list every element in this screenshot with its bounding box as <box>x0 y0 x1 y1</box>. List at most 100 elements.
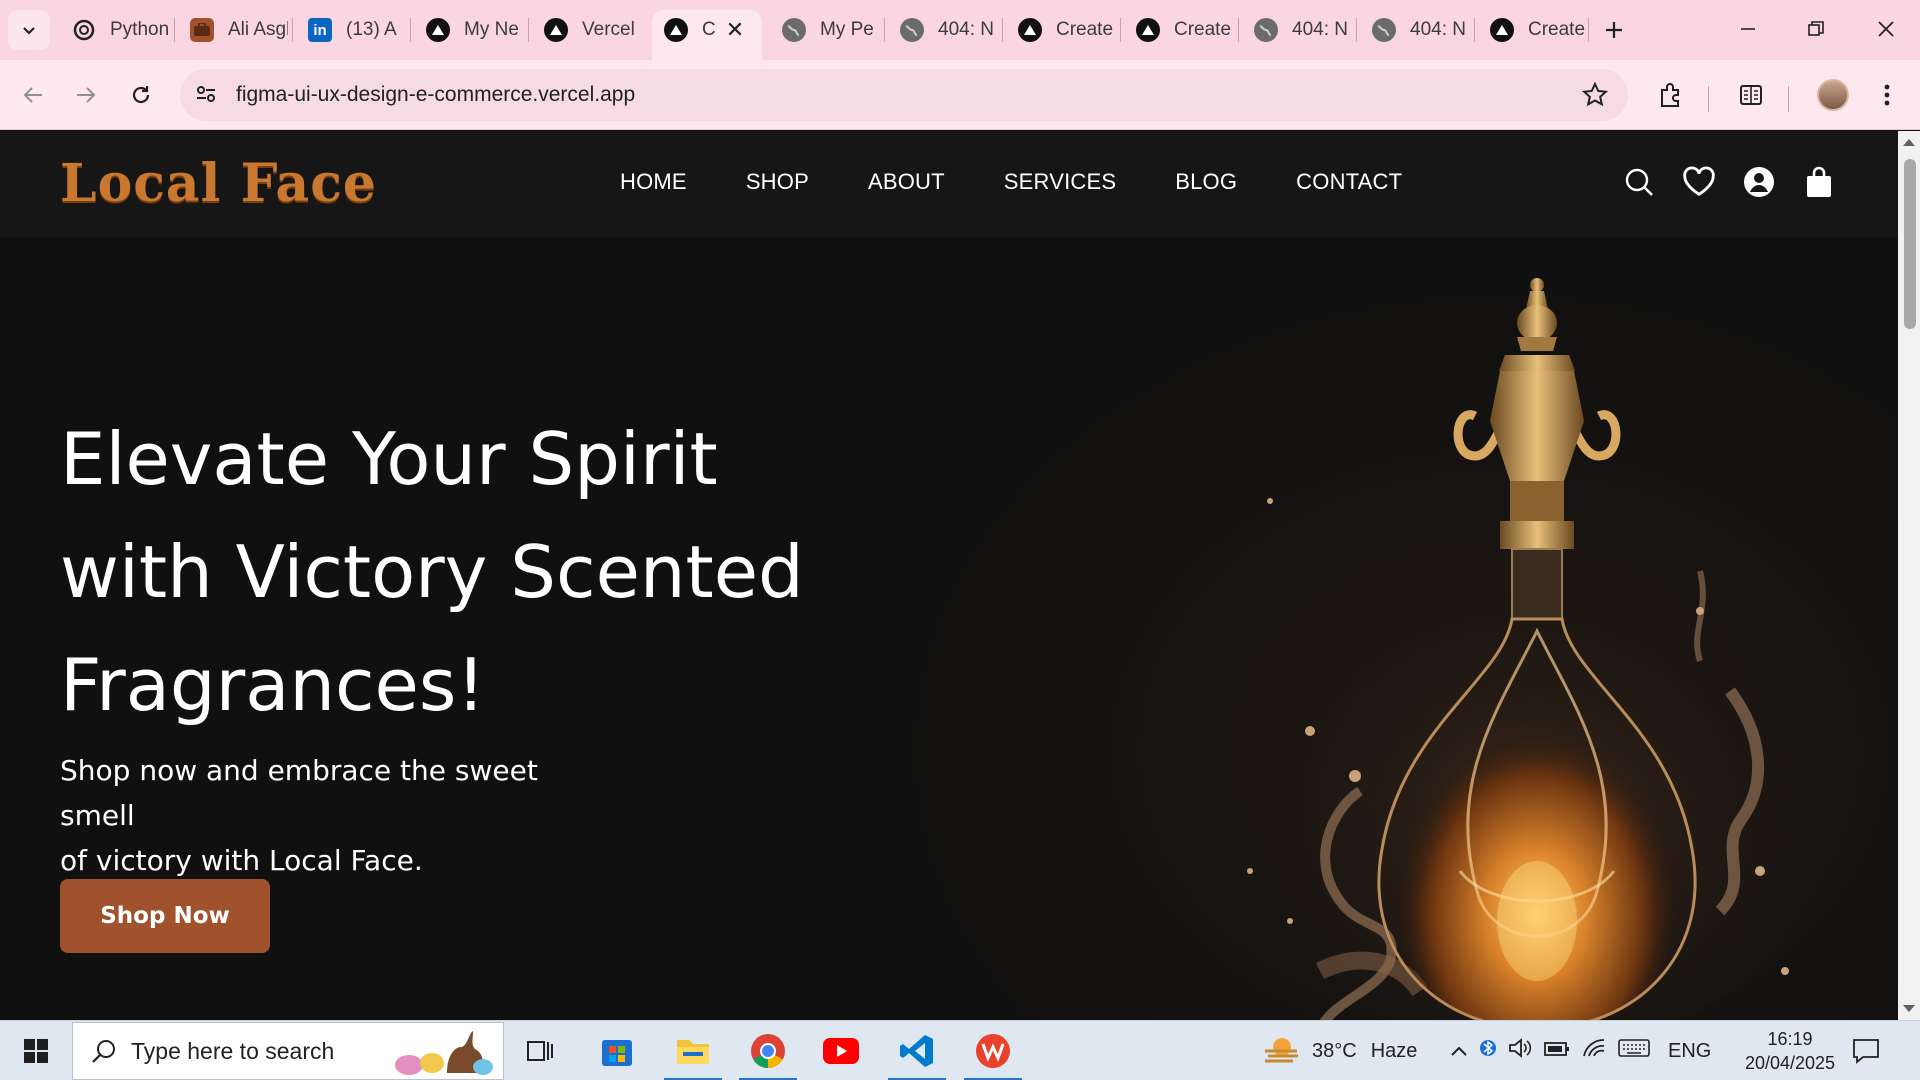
show-hidden-icons-chevron-icon[interactable] <box>1450 1040 1468 1063</box>
arrow-right-icon <box>77 87 96 103</box>
nav-link-about[interactable]: ABOUT <box>868 169 945 195</box>
address-bar[interactable]: figma-ui-ux-design-e-commerce.vercel.app <box>180 69 1628 121</box>
reload-button[interactable] <box>120 74 162 116</box>
restore-button[interactable] <box>1786 6 1846 52</box>
nav-link-blog[interactable]: BLOG <box>1175 169 1237 195</box>
input-language[interactable]: ENG <box>1668 1040 1711 1063</box>
nav-link-services[interactable]: SERVICES <box>1004 169 1116 195</box>
tab-title: 404: N <box>938 19 994 40</box>
globe-icon <box>1254 18 1278 42</box>
start-button[interactable] <box>14 1033 58 1069</box>
minimize-button[interactable] <box>1718 6 1778 52</box>
file-explorer-app[interactable] <box>658 1021 728 1080</box>
vercel-icon <box>1136 18 1160 42</box>
tab-title: 404: N <box>1292 19 1348 40</box>
shopping-bag-icon[interactable] <box>1802 165 1836 199</box>
bluetooth-icon[interactable] <box>1480 1036 1496 1066</box>
scroll-up-arrow[interactable] <box>1903 139 1915 146</box>
wps-office-app[interactable] <box>958 1021 1028 1080</box>
globe-icon <box>782 18 806 42</box>
url-text: figma-ui-ux-design-e-commerce.vercel.app <box>236 83 636 106</box>
browser-tab[interactable]: My Pe <box>770 10 885 50</box>
close-tab-icon[interactable]: ✕ <box>726 17 744 43</box>
youtube-icon <box>823 1038 859 1064</box>
site-logo[interactable]: Local Face <box>60 153 377 214</box>
system-tray: ENG <box>1450 1021 1711 1080</box>
tab-title: Create <box>1056 19 1114 40</box>
arrow-left-icon <box>23 87 42 103</box>
tab-separator <box>1588 18 1589 42</box>
forward-button[interactable] <box>65 74 107 116</box>
web-page: Local Face HOME SHOP ABOUT SERVICES BLOG… <box>0 131 1898 1020</box>
vscode-app[interactable] <box>882 1021 952 1080</box>
task-view-button[interactable] <box>505 1021 575 1080</box>
tab-search-button[interactable] <box>8 10 50 50</box>
tab-separator <box>292 18 293 42</box>
browser-tab-strip: Python Ali Asghar in (13) A My Ne Vercel… <box>0 0 1920 60</box>
nav-link-home[interactable]: HOME <box>620 169 687 195</box>
scroll-down-arrow[interactable] <box>1903 1005 1915 1012</box>
browser-tab[interactable]: Create <box>1006 10 1121 50</box>
globe-icon <box>1372 18 1396 42</box>
haze-weather-icon <box>1265 1038 1298 1063</box>
chrome-app[interactable] <box>733 1021 803 1080</box>
heart-icon[interactable] <box>1682 165 1716 199</box>
tab-title: My Ne <box>464 19 519 40</box>
globe-icon <box>900 18 924 42</box>
hero-title-line: Fragrances! <box>60 643 486 727</box>
toolbar-divider <box>1708 86 1709 112</box>
battery-icon[interactable] <box>1544 1040 1570 1063</box>
tab-title: Ali Asghar <box>228 19 288 40</box>
easter-eggs-icon <box>387 1029 497 1080</box>
plus-icon <box>1606 22 1622 38</box>
hero-title: Elevate Your Spirit with Victory Scented… <box>60 403 860 742</box>
vercel-icon <box>664 18 688 42</box>
close-window-button[interactable] <box>1856 6 1916 52</box>
profile-button[interactable] <box>1812 74 1854 116</box>
youtube-app[interactable] <box>806 1021 876 1080</box>
wifi-icon[interactable] <box>1582 1038 1606 1064</box>
bookmark-star-icon[interactable] <box>1581 81 1609 113</box>
tab-separator <box>1356 18 1357 42</box>
browser-tab[interactable]: Python <box>60 10 180 50</box>
minimize-icon <box>1741 28 1755 30</box>
site-settings-icon[interactable] <box>194 82 218 111</box>
microsoft-store-app[interactable] <box>582 1021 652 1080</box>
weather-widget[interactable]: 38°C Haze <box>1262 1021 1417 1080</box>
browser-tab-active[interactable]: C ✕ <box>652 10 762 60</box>
browser-tab[interactable]: 404: N <box>888 10 1003 50</box>
nav-link-contact[interactable]: CONTACT <box>1296 169 1402 195</box>
notification-center-button[interactable] <box>1852 1021 1880 1080</box>
search-icon[interactable] <box>1622 165 1656 199</box>
taskbar-search-box[interactable]: Type here to search <box>72 1022 504 1080</box>
tab-title: Vercel <box>582 19 635 40</box>
chevron-down-icon <box>23 27 35 35</box>
back-button[interactable] <box>12 74 54 116</box>
more-vertical-icon <box>1884 84 1890 106</box>
shop-now-button[interactable]: Shop Now <box>60 879 270 953</box>
page-scrollbar[interactable] <box>1898 131 1920 1020</box>
browser-tab[interactable]: in (13) A <box>296 10 411 50</box>
volume-icon[interactable] <box>1508 1037 1532 1065</box>
browser-tab[interactable]: Ali Asghar <box>178 10 293 50</box>
browser-menu-button[interactable] <box>1866 74 1908 116</box>
notification-icon <box>1853 1039 1879 1064</box>
browser-tab[interactable]: My Ne <box>414 10 529 50</box>
keyboard-icon[interactable] <box>1618 1038 1650 1064</box>
browser-tab[interactable]: 404: N <box>1242 10 1357 50</box>
new-tab-button[interactable] <box>1596 12 1632 48</box>
close-icon <box>1878 21 1894 37</box>
nav-link-shop[interactable]: SHOP <box>746 169 809 195</box>
user-account-icon[interactable] <box>1742 165 1776 199</box>
browser-tab[interactable]: Vercel <box>532 10 647 50</box>
browser-tab[interactable]: 404: N <box>1360 10 1475 50</box>
reading-list-button[interactable] <box>1730 74 1772 116</box>
reading-list-icon <box>1740 85 1762 105</box>
browser-tab[interactable]: Create <box>1478 10 1593 50</box>
toolbar-divider <box>1788 86 1789 112</box>
browser-tab[interactable]: Create <box>1124 10 1239 50</box>
folder-icon <box>677 1040 709 1064</box>
taskbar-clock[interactable]: 16:19 20/04/2025 <box>1730 1027 1850 1075</box>
scrollbar-thumb[interactable] <box>1904 159 1916 329</box>
extensions-button[interactable] <box>1650 74 1692 116</box>
